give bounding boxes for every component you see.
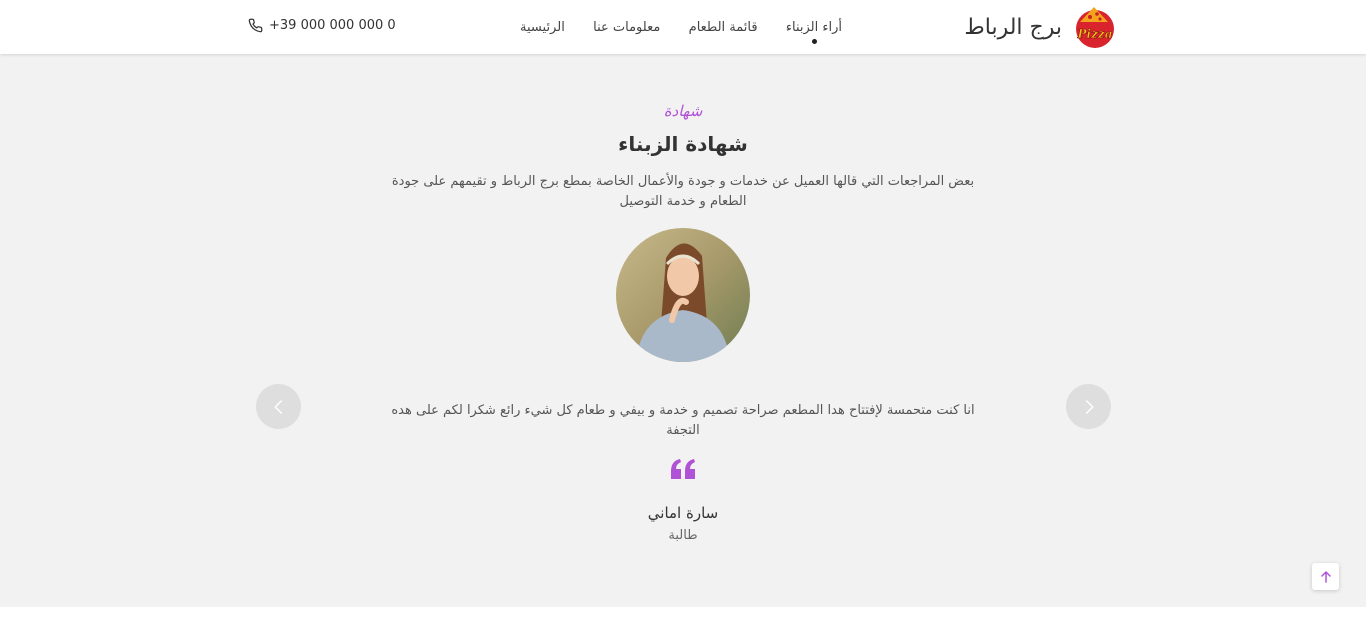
footer-strip: [0, 607, 1366, 617]
pizza-logo-icon: Pizza: [1076, 7, 1114, 48]
phone-number: +39 000 000 000 0: [269, 18, 396, 33]
nav-home[interactable]: الرئيسية: [520, 20, 565, 35]
chevron-right-icon: [1085, 399, 1093, 414]
phone-icon: [248, 18, 263, 33]
testimonials-section: شهادة شهادة الزبناء بعض المراجعات التي ق…: [0, 54, 1366, 607]
phone-link[interactable]: +39 000 000 000 0: [248, 18, 396, 33]
author-name: سارة اماني: [647, 504, 719, 522]
arrow-up-icon: [1320, 570, 1331, 583]
nav-testimonials[interactable]: أراء الزبناء: [786, 20, 842, 44]
brand[interactable]: Pizza برج الرباط: [964, 4, 1118, 50]
carousel-next-button[interactable]: [1066, 384, 1111, 429]
quote-icon: [671, 459, 695, 479]
section-subtitle: شهادة: [663, 102, 703, 120]
testimonial-quote: انا كنت متحمسة لإفتتاح هدا المطعم صراحة …: [391, 403, 975, 438]
customer-avatar: [616, 228, 750, 362]
navbar: Pizza برج الرباط الرئيسية معلومات عنا قا…: [0, 0, 1366, 54]
nav-about[interactable]: معلومات عنا: [593, 20, 660, 35]
section-title: شهادة الزبناء: [618, 132, 748, 156]
section-description: بعض المراجعات التي قالها العميل عن خدمات…: [391, 174, 975, 209]
nav-menu[interactable]: قائمة الطعام: [689, 20, 758, 35]
back-to-top-button[interactable]: [1312, 563, 1339, 590]
customer-photo: [616, 228, 750, 362]
main-nav: الرئيسية معلومات عنا قائمة الطعام أراء ا…: [520, 0, 842, 54]
brand-name: برج الرباط: [964, 14, 1062, 40]
svg-text:Pizza: Pizza: [1077, 27, 1113, 41]
carousel-prev-button[interactable]: [256, 384, 301, 429]
author-role: طالبة: [668, 528, 698, 543]
chevron-left-icon: [274, 399, 282, 414]
